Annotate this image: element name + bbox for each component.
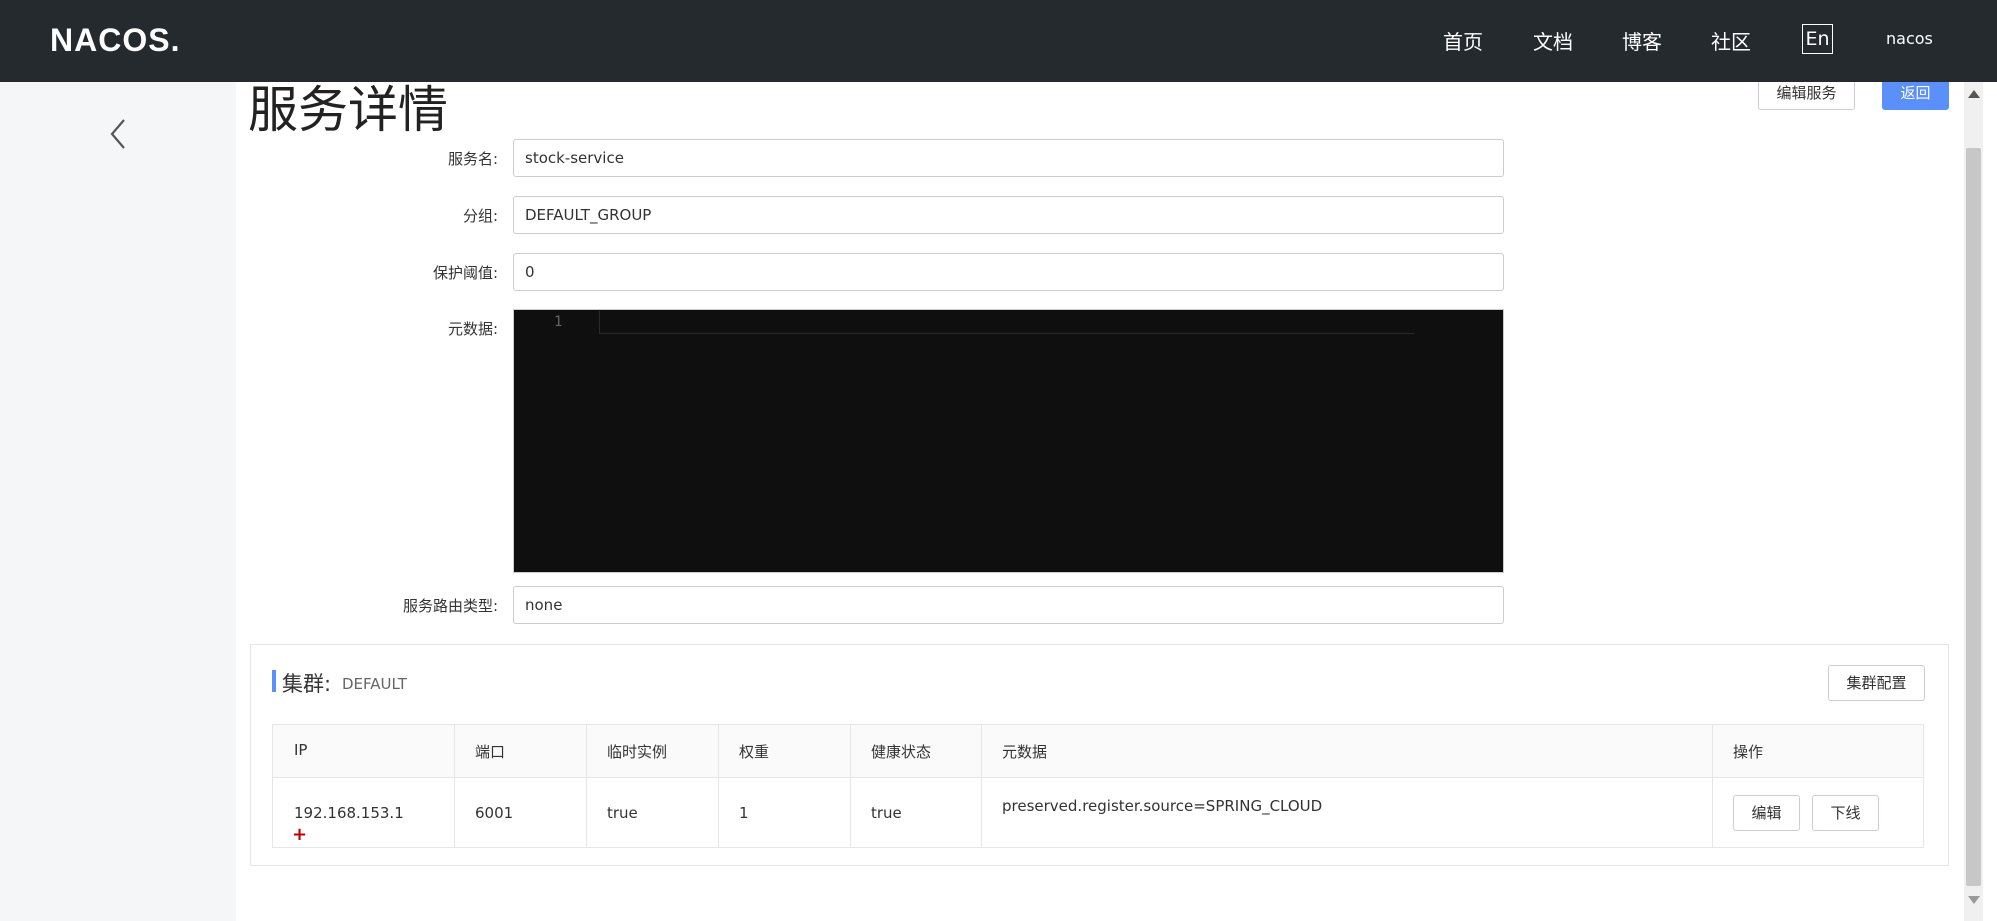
group-input[interactable]: DEFAULT_GROUP [513, 196, 1504, 234]
instance-metadata: preserved.register.source=SPRING_CLOUD [1002, 797, 1323, 815]
selector-type-label: 服务路由类型: [402, 597, 498, 615]
back-chevron-icon[interactable] [104, 114, 134, 154]
language-toggle-button[interactable]: En [1802, 24, 1833, 54]
instance-table-header [273, 725, 1923, 778]
cluster-title-accent [272, 670, 276, 692]
cluster-config-button[interactable]: 集群配置 [1828, 665, 1925, 701]
nacos-logo[interactable]: NACOS. [50, 22, 180, 59]
protect-threshold-input[interactable]: 0 [513, 253, 1504, 291]
instance-ephemeral: true [607, 804, 638, 822]
nav-community[interactable]: 社区 [1711, 26, 1751, 55]
top-navbar: NACOS. 首页 文档 博客 社区 En nacos [0, 0, 1997, 82]
scroll-up-arrow-icon[interactable] [1968, 90, 1980, 98]
column-header-metadata: 元数据 [1002, 743, 1048, 761]
column-divider [850, 725, 851, 847]
column-header-ephemeral: 临时实例 [607, 743, 668, 761]
nav-home[interactable]: 首页 [1443, 26, 1483, 55]
column-divider [718, 725, 719, 847]
metadata-label: 元数据: [447, 320, 498, 338]
column-divider [1712, 725, 1713, 847]
cluster-name: DEFAULT [342, 675, 407, 693]
editor-line-number: 1 [554, 314, 563, 330]
nav-docs[interactable]: 文档 [1533, 26, 1573, 55]
instance-healthy: true [871, 804, 902, 822]
group-label: 分组: [462, 207, 498, 225]
instance-offline-button[interactable]: 下线 [1812, 795, 1879, 831]
nav-blog[interactable]: 博客 [1622, 26, 1662, 55]
column-divider [981, 725, 982, 847]
column-divider [586, 725, 587, 847]
left-panel [0, 82, 236, 921]
scroll-down-arrow-icon[interactable] [1968, 896, 1980, 904]
service-name-input[interactable]: stock-service [513, 139, 1504, 177]
cluster-title: 集群: [282, 672, 332, 696]
editor-active-line [599, 311, 1414, 334]
instance-weight: 1 [739, 804, 749, 822]
protect-threshold-label: 保护阈值: [432, 264, 498, 282]
column-header-actions: 操作 [1733, 743, 1764, 761]
metadata-editor[interactable]: 1 [513, 309, 1504, 573]
column-divider [454, 725, 455, 847]
user-name[interactable]: nacos [1886, 29, 1933, 48]
column-header-weight: 权重 [739, 743, 770, 761]
column-header-port: 端口 [475, 743, 506, 761]
column-header-ip: IP [294, 741, 308, 759]
column-header-healthy: 健康状态 [871, 743, 932, 761]
instance-ip: 192.168.153.1 [294, 804, 404, 822]
service-name-label: 服务名: [447, 150, 498, 168]
instance-edit-button[interactable]: 编辑 [1733, 795, 1800, 831]
instance-port: 6001 [475, 804, 514, 822]
selector-type-input[interactable]: none [513, 586, 1504, 624]
expand-plus-icon[interactable]: + [292, 824, 307, 845]
scrollbar-thumb[interactable] [1966, 148, 1981, 886]
